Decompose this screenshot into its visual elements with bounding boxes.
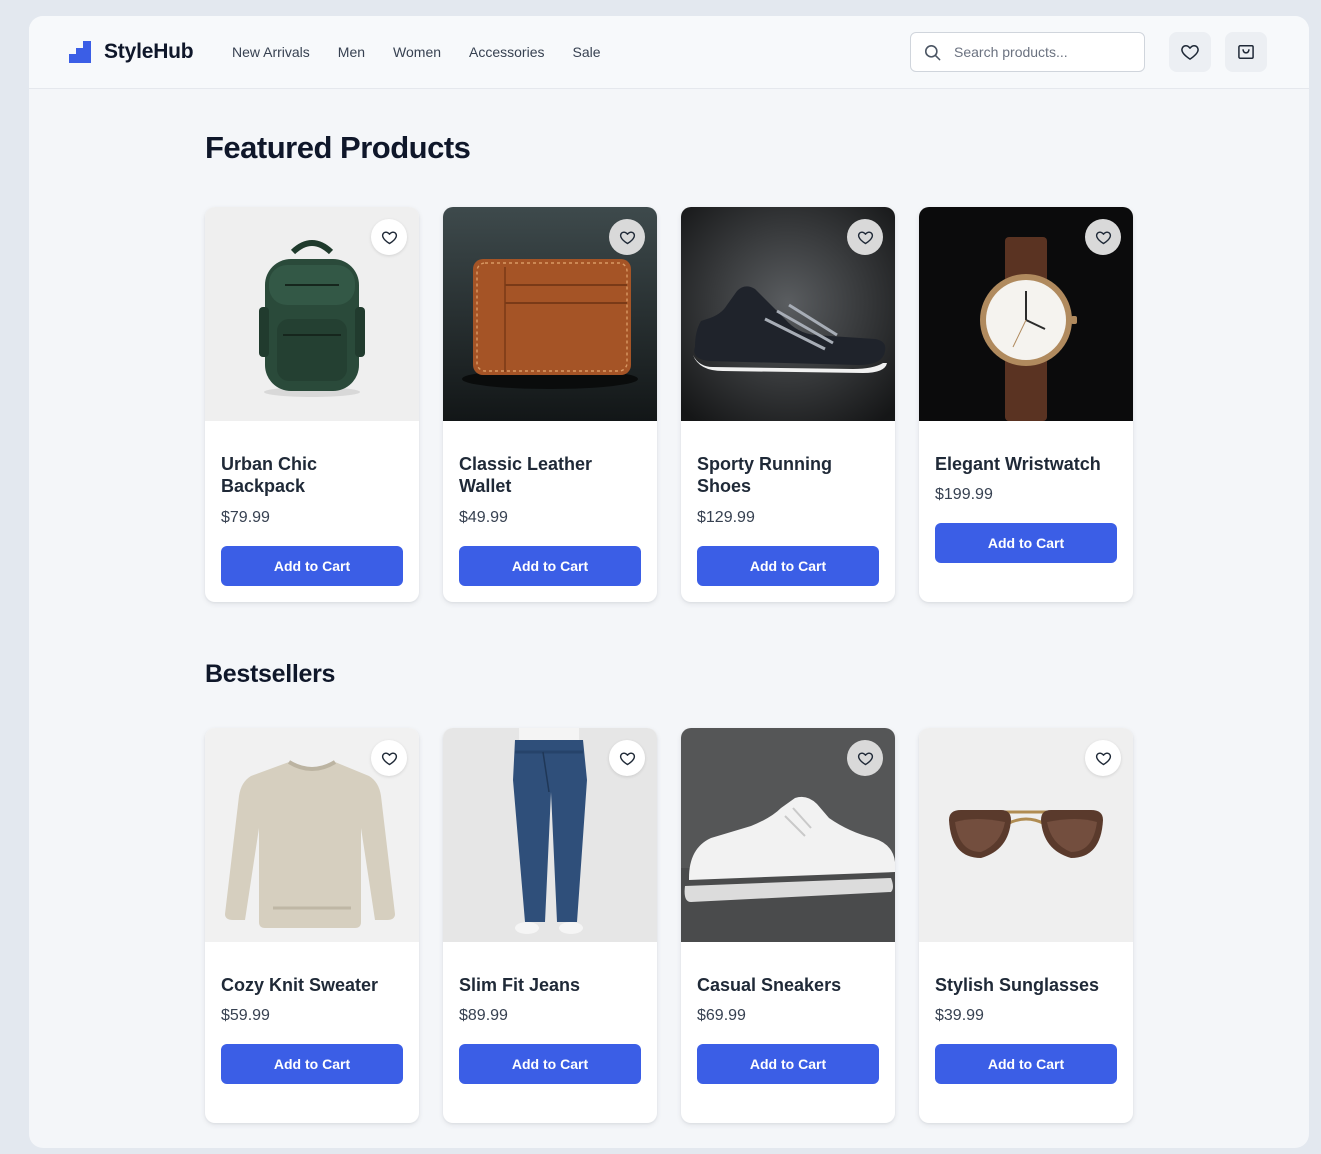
heart-icon — [857, 230, 873, 244]
heart-icon — [619, 751, 635, 765]
product-name: Urban Chic Backpack — [221, 454, 318, 496]
product-name: Sporty Running Shoes — [697, 454, 832, 496]
product-name: Classic Leather Wallet — [459, 454, 593, 496]
product-price: $49.99 — [459, 509, 508, 526]
heart-icon — [619, 230, 635, 244]
product-image[interactable] — [205, 728, 419, 942]
section-title-bestsellers: Bestsellers — [205, 660, 336, 688]
top-navigation-bar: StyleHub New Arrivals Men Women Accessor… — [29, 16, 1309, 89]
product-name: Slim Fit Jeans — [459, 975, 581, 995]
favorite-button[interactable] — [371, 740, 407, 776]
heart-icon — [1095, 230, 1111, 244]
add-to-cart-button[interactable]: Add to Cart — [935, 523, 1117, 563]
product-name: Stylish Sunglasses — [935, 975, 1100, 995]
product-price: $59.99 — [221, 1007, 270, 1024]
logo-icon — [69, 41, 91, 63]
add-to-cart-button[interactable]: Add to Cart — [221, 1044, 403, 1084]
app-window: StyleHub New Arrivals Men Women Accessor… — [29, 16, 1309, 1148]
brand-name: StyleHub — [104, 40, 194, 63]
product-card[interactable]: Stylish Sunglasses $39.99 Add to Cart — [919, 728, 1133, 1123]
product-card[interactable]: Elegant Wristwatch $199.99 Add to Cart — [919, 207, 1133, 602]
favorite-button[interactable] — [1085, 740, 1121, 776]
product-price: $69.99 — [697, 1007, 746, 1024]
product-image[interactable] — [443, 207, 657, 421]
search-box[interactable] — [910, 32, 1145, 72]
add-to-cart-button[interactable]: Add to Cart — [459, 546, 641, 586]
nav-new-arrivals[interactable]: New Arrivals — [232, 44, 310, 60]
search-input[interactable] — [954, 44, 1134, 60]
favorite-button[interactable] — [847, 219, 883, 255]
product-name: Cozy Knit Sweater — [221, 975, 379, 995]
product-image[interactable] — [919, 207, 1133, 421]
nav-accessories[interactable]: Accessories — [469, 44, 544, 60]
nav-sale[interactable]: Sale — [572, 44, 600, 60]
product-card[interactable]: Sporty Running Shoes $129.99 Add to Cart — [681, 207, 895, 602]
favorite-button[interactable] — [609, 740, 645, 776]
search-icon — [924, 44, 941, 60]
product-price: $79.99 — [221, 509, 270, 526]
heart-icon — [1095, 751, 1111, 765]
favorite-button[interactable] — [609, 219, 645, 255]
product-card[interactable]: Urban Chic Backpack $79.99 Add to Cart — [205, 207, 419, 602]
cart-button[interactable] — [1225, 32, 1267, 72]
product-image[interactable] — [681, 728, 895, 942]
product-name: Casual Sneakers — [697, 975, 842, 995]
favorite-button[interactable] — [1085, 219, 1121, 255]
logo[interactable]: StyleHub — [69, 40, 194, 64]
favorite-button[interactable] — [847, 740, 883, 776]
add-to-cart-button[interactable]: Add to Cart — [697, 1044, 879, 1084]
heart-icon — [857, 751, 873, 765]
product-price: $89.99 — [459, 1007, 508, 1024]
product-card[interactable]: Slim Fit Jeans $89.99 Add to Cart — [443, 728, 657, 1123]
cart-icon — [1238, 45, 1254, 59]
add-to-cart-button[interactable]: Add to Cart — [697, 546, 879, 586]
nav-women[interactable]: Women — [393, 44, 441, 60]
heart-icon — [1181, 45, 1199, 60]
product-image[interactable] — [443, 728, 657, 942]
add-to-cart-button[interactable]: Add to Cart — [459, 1044, 641, 1084]
product-price: $129.99 — [697, 509, 755, 526]
product-price: $199.99 — [935, 486, 993, 503]
wishlist-button[interactable] — [1169, 32, 1211, 72]
heart-icon — [381, 230, 397, 244]
product-image[interactable] — [919, 728, 1133, 942]
product-card[interactable]: Classic Leather Wallet $49.99 Add to Car… — [443, 207, 657, 602]
section-title-featured: Featured Products — [205, 130, 471, 165]
product-card[interactable]: Casual Sneakers $69.99 Add to Cart — [681, 728, 895, 1123]
add-to-cart-button[interactable]: Add to Cart — [221, 546, 403, 586]
heart-icon — [381, 751, 397, 765]
favorite-button[interactable] — [371, 219, 407, 255]
add-to-cart-button[interactable]: Add to Cart — [935, 1044, 1117, 1084]
main-nav: New Arrivals Men Women Accessories Sale — [232, 44, 601, 60]
product-card[interactable]: Cozy Knit Sweater $59.99 Add to Cart — [205, 728, 419, 1123]
product-price: $39.99 — [935, 1007, 984, 1024]
product-image[interactable] — [681, 207, 895, 421]
product-name: Elegant Wristwatch — [935, 454, 1101, 474]
product-image[interactable] — [205, 207, 419, 421]
nav-men[interactable]: Men — [338, 44, 365, 60]
